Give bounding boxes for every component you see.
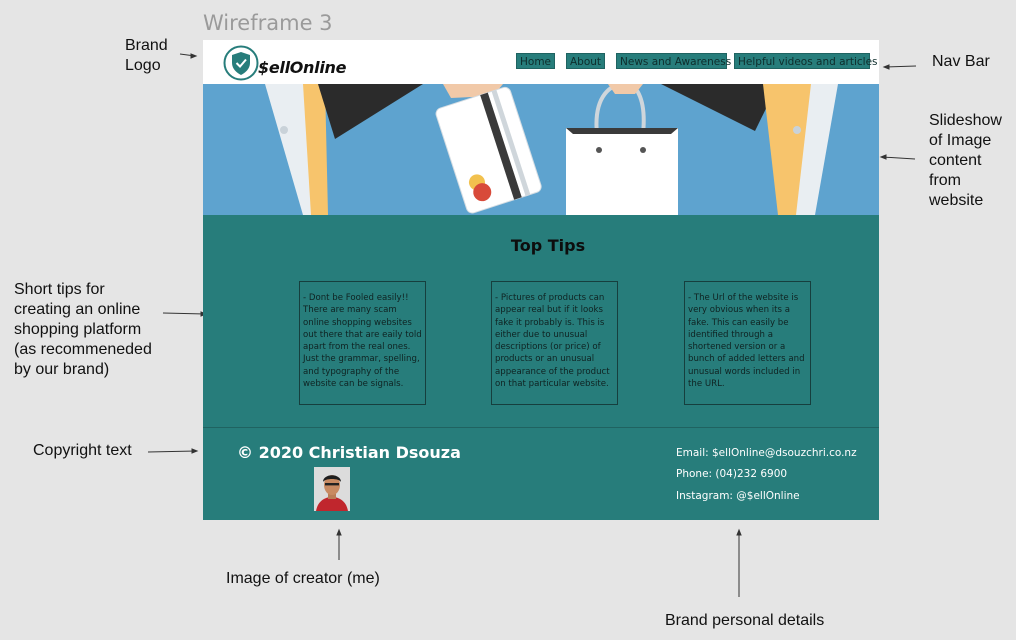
nav-home[interactable]: Home (516, 53, 556, 69)
annotation-brand-details: Brand personal details (665, 612, 825, 629)
contact-email[interactable]: Email: $ellOnline@dsouzchri.co.nz (676, 447, 857, 459)
tip-card-1: - Dont be Fooled easily!! There are many… (299, 281, 426, 405)
hero-slideshow[interactable] (203, 84, 879, 215)
annotation-short-tips: Short tips for creating an online shoppi… (14, 281, 152, 378)
nav-about[interactable]: About (566, 53, 606, 69)
creator-portrait-icon (314, 467, 350, 511)
tip-card-2: - Pictures of products can appear real b… (491, 281, 618, 405)
brand-name: $ellOnline (258, 58, 347, 77)
annotation-creator-image: Image of creator (me) (226, 570, 380, 587)
nav-news-awareness[interactable]: News and Awareness (616, 53, 731, 69)
contact-phone: Phone: (04)232 6900 (676, 468, 788, 480)
footer: © 2020 Christian Dsouza Email: $ellOnlin… (203, 427, 879, 520)
hero-illustration (203, 84, 879, 215)
nav-helpful-videos[interactable]: Helpful videos and articles (734, 53, 878, 69)
copyright-text: © 2020 Christian Dsouza (237, 443, 461, 462)
contact-instagram[interactable]: Instagram: @$ellOnline (676, 490, 800, 502)
arrow-brand-details (736, 528, 742, 597)
arrow-short-tips (162, 311, 208, 317)
annotation-slideshow: Slideshow of Image content from website (929, 112, 1002, 209)
tips-section: Top Tips - Dont be Fooled easily!! There… (203, 215, 879, 427)
annotation-brand-logo: Brand Logo (125, 37, 168, 74)
arrow-brand-logo (179, 53, 198, 59)
arrow-creator-image (336, 528, 342, 560)
nav-bar: $ellOnline Home About News and Awareness… (203, 40, 879, 84)
arrow-copyright (147, 448, 199, 454)
creator-avatar (314, 467, 350, 511)
annotation-nav-bar: Nav Bar (932, 53, 990, 70)
frame-title: Wireframe 3 (203, 11, 333, 35)
tips-title: Top Tips (510, 236, 586, 255)
tip-card-3: - The Url of the website is very obvious… (684, 281, 811, 405)
shield-logo-icon[interactable] (223, 45, 259, 81)
arrow-nav-bar (882, 64, 917, 70)
wireframe-page: $ellOnline Home About News and Awareness… (203, 40, 879, 520)
annotation-copyright-text: Copyright text (33, 442, 132, 459)
arrow-slideshow (879, 154, 916, 160)
